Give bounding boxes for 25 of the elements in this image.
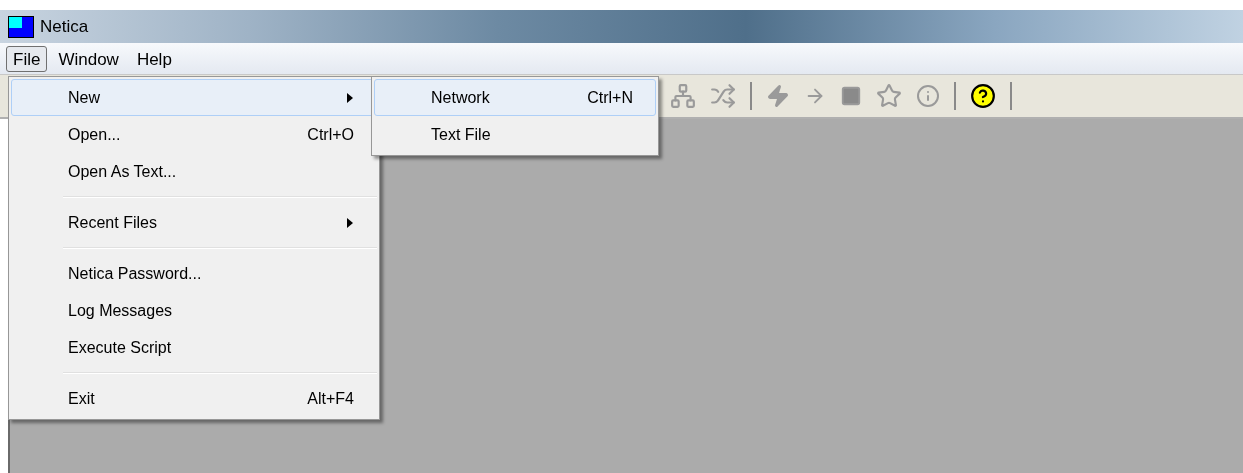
shortcut-text: Alt+F4 — [307, 388, 354, 409]
app-icon — [8, 15, 34, 38]
menu-item[interactable]: Netica Password... — [11, 255, 377, 292]
menu-bar-item[interactable]: Help — [129, 45, 179, 72]
submenu-arrow-icon — [347, 217, 354, 228]
menu-item[interactable]: Exit Alt+F4 — [11, 380, 377, 417]
menu-item[interactable]: Recent Files — [11, 204, 377, 241]
window-title: Netica — [40, 15, 89, 38]
menu-item[interactable]: Log Messages — [11, 292, 377, 329]
lightning-icon[interactable] — [766, 84, 790, 108]
square-icon[interactable] — [840, 85, 862, 107]
shortcut-text: Ctrl+N — [587, 87, 633, 108]
menu-bar-item[interactable]: Window — [51, 45, 126, 72]
menu-bar-item[interactable]: File — [6, 45, 48, 72]
menu-item[interactable]: Open As Text... — [11, 153, 377, 190]
menu-item[interactable]: Text File — [374, 116, 656, 153]
star-icon[interactable] — [876, 83, 902, 109]
shortcut-text: Ctrl+O — [307, 124, 354, 145]
help-icon[interactable] — [970, 83, 996, 109]
shuffle-icon[interactable] — [710, 83, 736, 109]
submenu-arrow-icon — [347, 92, 354, 103]
menu-item[interactable]: Network Ctrl+N — [374, 79, 656, 116]
network-icon[interactable] — [670, 83, 696, 109]
menu-item[interactable]: Execute Script — [11, 329, 377, 366]
info-icon[interactable] — [916, 84, 940, 108]
